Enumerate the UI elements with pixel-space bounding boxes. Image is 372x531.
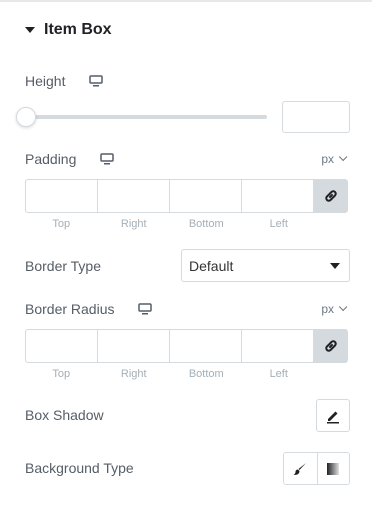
slider-thumb[interactable] [16,107,36,127]
radius-top-input[interactable] [25,329,98,363]
padding-top-input[interactable] [25,179,98,213]
slider-track [25,115,267,119]
border-radius-link-button[interactable] [313,329,348,363]
padding-unit-value: px [321,152,334,166]
background-type-label: Background Type [25,460,134,476]
pencil-icon [327,411,339,423]
border-radius-unit-select[interactable]: px [321,302,348,316]
desktop-icon[interactable] [100,153,114,165]
box-shadow-edit-button[interactable] [316,399,350,432]
border-type-label: Border Type [25,258,102,274]
border-radius-dimensions [25,329,350,363]
caret-down-icon [25,27,35,33]
radius-right-input[interactable] [97,329,170,363]
padding-left-input[interactable] [241,179,314,213]
brush-icon [293,462,307,475]
height-input[interactable] [282,101,350,133]
padding-unit-select[interactable]: px [321,152,348,166]
section-header-item-box[interactable]: Item Box [25,21,112,39]
side-label-top: Top [52,368,71,380]
side-label-bottom: Bottom [188,368,224,380]
padding-right-input[interactable] [97,179,170,213]
chevron-down-icon [338,302,348,312]
border-type-select[interactable]: Default [181,249,350,282]
padding-link-button[interactable] [313,179,348,213]
link-icon [324,340,337,352]
height-slider[interactable] [16,107,267,127]
side-label-bottom: Bottom [188,218,224,230]
background-classic-option[interactable] [284,453,317,484]
side-label-right: Right [120,218,147,230]
side-label-top: Top [52,218,71,230]
desktop-icon[interactable] [138,303,152,315]
gradient-icon [327,462,340,475]
caret-down-icon [330,262,340,269]
side-label-left: Left [269,218,288,230]
chevron-down-icon [338,152,348,162]
side-label-left: Left [269,368,288,380]
side-label-right: Right [120,368,147,380]
padding-side-labels: Top Right Bottom Left [25,218,315,230]
radius-left-input[interactable] [241,329,314,363]
section-title: Item Box [44,21,112,38]
border-radius-side-labels: Top Right Bottom Left [25,368,315,380]
padding-dimensions [25,179,350,213]
padding-bottom-input[interactable] [169,179,242,213]
border-type-value: Default [189,257,234,274]
radius-bottom-input[interactable] [169,329,242,363]
height-label: Height [25,73,66,89]
desktop-icon[interactable] [89,75,103,87]
background-type-choices [283,452,350,485]
border-radius-label: Border Radius [25,301,115,317]
link-icon [324,190,337,202]
padding-label: Padding [25,151,77,167]
box-shadow-label: Box Shadow [25,407,104,423]
panel-top-border [0,0,372,2]
border-radius-unit-value: px [321,302,334,316]
background-gradient-option[interactable] [316,453,349,484]
